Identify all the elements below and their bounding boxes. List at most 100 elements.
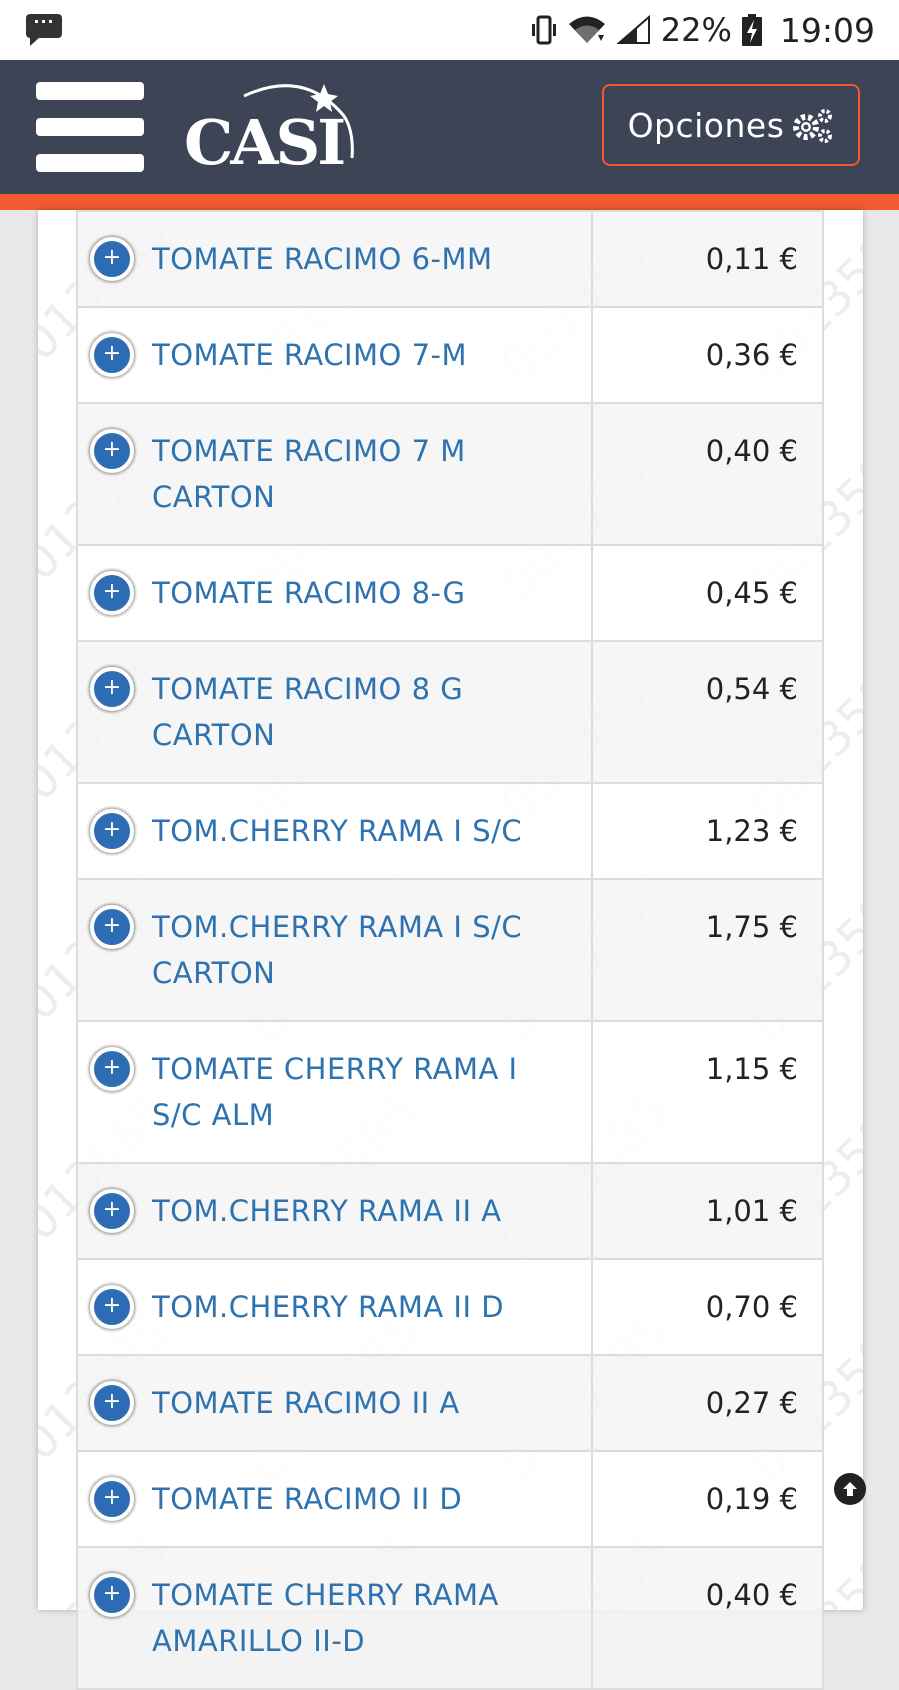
app-header: CASI Opciones xyxy=(0,60,899,194)
table-row[interactable]: + TOM.CHERRY RAMA II A 1,01 € xyxy=(76,1162,825,1260)
status-icons: 22% 19:09 xyxy=(531,10,875,50)
battery-percent: 22% xyxy=(660,11,732,49)
product-name-cell: + TOM.CHERRY RAMA I S/C xyxy=(76,782,593,880)
product-name-link[interactable]: TOM.CHERRY RAMA I S/C xyxy=(152,808,571,854)
logo-text: CASI xyxy=(184,106,344,176)
expand-plus-icon[interactable]: + xyxy=(90,1047,134,1091)
expand-plus-icon[interactable]: + xyxy=(90,571,134,615)
clock: 19:09 xyxy=(779,10,875,50)
expand-plus-icon[interactable]: + xyxy=(90,1573,134,1617)
vibrate-icon xyxy=(531,15,556,45)
table-row[interactable]: + TOMATE CHERRY RAMA AMARILLO II-D 0,40 € xyxy=(76,1546,825,1690)
battery-charging-icon xyxy=(741,14,762,46)
signal-icon xyxy=(616,15,650,44)
table-row[interactable]: + TOM.CHERRY RAMA I S/C 1,23 € xyxy=(76,782,825,880)
expand-plus-icon[interactable]: + xyxy=(90,667,134,711)
expand-plus-icon[interactable]: + xyxy=(90,237,134,281)
options-button[interactable]: Opciones xyxy=(602,84,860,166)
notification-dots: ··· xyxy=(33,12,55,31)
product-price: 0,40 € xyxy=(705,434,798,468)
product-name-cell: + TOM.CHERRY RAMA II A xyxy=(76,1162,593,1260)
product-price-cell: 1,15 € xyxy=(590,1020,825,1164)
product-list-card: 0013585001358500135850013585001358500135… xyxy=(38,210,863,1690)
casi-logo[interactable]: CASI xyxy=(184,76,364,176)
product-table: + TOMATE RACIMO 6-MM 0,11 € + TOMATE RACIMO … xyxy=(76,210,825,1690)
wifi-icon xyxy=(568,16,605,43)
table-row[interactable]: + TOMATE RACIMO 8-G 0,45 € xyxy=(76,544,825,642)
product-name-cell: + TOMATE CHERRY RAMA I S/C ALM xyxy=(76,1020,593,1164)
product-price: 0,36 € xyxy=(705,338,798,372)
product-price-cell: 0,36 € xyxy=(590,306,825,404)
product-price: 0,54 € xyxy=(705,672,798,706)
product-price: 1,15 € xyxy=(705,1052,798,1086)
product-name-cell: + TOMATE RACIMO 8-G xyxy=(76,544,593,642)
expand-plus-icon[interactable]: + xyxy=(90,429,134,473)
product-price-cell: 0,54 € xyxy=(590,640,825,784)
product-name-cell: + TOMATE CHERRY RAMA AMARILLO II-D xyxy=(76,1546,593,1690)
expand-plus-icon[interactable]: + xyxy=(90,1189,134,1233)
product-name-cell: + TOMATE RACIMO 8 G CARTON xyxy=(76,640,593,784)
expand-plus-icon[interactable]: + xyxy=(90,333,134,377)
product-price: 0,11 € xyxy=(705,242,798,276)
table-row[interactable]: + TOMATE RACIMO 7 M CARTON 0,40 € xyxy=(76,402,825,546)
table-row[interactable]: + TOMATE RACIMO 7-M 0,36 € xyxy=(76,306,825,404)
status-bar: ··· 22% 19:09 xyxy=(0,0,899,60)
product-name-link[interactable]: TOM.CHERRY RAMA II D xyxy=(152,1284,571,1330)
product-name-link[interactable]: TOMATE RACIMO II A xyxy=(152,1380,571,1426)
table-row[interactable]: + TOM.CHERRY RAMA II D 0,70 € xyxy=(76,1258,825,1356)
product-price-cell: 0,40 € xyxy=(590,402,825,546)
expand-plus-icon[interactable]: + xyxy=(90,1285,134,1329)
product-name-cell: + TOMATE RACIMO 6-MM xyxy=(76,210,593,308)
product-price-cell: 0,19 € xyxy=(590,1450,825,1548)
product-price-cell: 0,70 € xyxy=(590,1258,825,1356)
product-price-cell: 0,11 € xyxy=(590,210,825,308)
product-name-link[interactable]: TOMATE RACIMO II D xyxy=(152,1476,571,1522)
product-name-cell: + TOMATE RACIMO II A xyxy=(76,1354,593,1452)
product-name-cell: + TOMATE RACIMO 7-M xyxy=(76,306,593,404)
product-price: 0,19 € xyxy=(705,1482,798,1516)
product-name-link[interactable]: TOMATE RACIMO 6-MM xyxy=(152,236,571,282)
product-name-link[interactable]: TOMATE RACIMO 8 G CARTON xyxy=(152,666,571,758)
gears-icon xyxy=(793,109,833,143)
product-name-cell: + TOM.CHERRY RAMA I S/C CARTON xyxy=(76,878,593,1022)
product-price-cell: 0,40 € xyxy=(590,1546,825,1690)
product-name-cell: + TOMATE RACIMO II D xyxy=(76,1450,593,1548)
product-price: 1,23 € xyxy=(705,814,798,848)
product-price: 0,70 € xyxy=(705,1290,798,1324)
table-row[interactable]: + TOMATE RACIMO 8 G CARTON 0,54 € xyxy=(76,640,825,784)
arrow-up-icon xyxy=(843,1482,857,1496)
product-name-cell: + TOMATE RACIMO 7 M CARTON xyxy=(76,402,593,546)
product-name-link[interactable]: TOMATE CHERRY RAMA AMARILLO II-D xyxy=(152,1572,571,1664)
product-name-cell: + TOM.CHERRY RAMA II D xyxy=(76,1258,593,1356)
product-price-cell: 0,27 € xyxy=(590,1354,825,1452)
product-name-link[interactable]: TOMATE RACIMO 8-G xyxy=(152,570,571,616)
product-name-link[interactable]: TOMATE RACIMO 7 M CARTON xyxy=(152,428,571,520)
table-row[interactable]: + TOMATE RACIMO II D 0,19 € xyxy=(76,1450,825,1548)
product-price-cell: 0,45 € xyxy=(590,544,825,642)
table-row[interactable]: + TOMATE CHERRY RAMA I S/C ALM 1,15 € xyxy=(76,1020,825,1164)
product-price-cell: 1,01 € xyxy=(590,1162,825,1260)
product-price-cell: 1,75 € xyxy=(590,878,825,1022)
expand-plus-icon[interactable]: + xyxy=(90,905,134,949)
product-price: 1,75 € xyxy=(705,910,798,944)
options-label: Opciones xyxy=(627,105,785,145)
table-row[interactable]: + TOMATE RACIMO II A 0,27 € xyxy=(76,1354,825,1452)
table-row[interactable]: + TOMATE RACIMO 6-MM 0,11 € xyxy=(76,210,825,308)
expand-plus-icon[interactable]: + xyxy=(90,1381,134,1425)
expand-plus-icon[interactable]: + xyxy=(90,1477,134,1521)
product-price: 1,01 € xyxy=(705,1194,798,1228)
product-name-link[interactable]: TOM.CHERRY RAMA I S/C CARTON xyxy=(152,904,571,996)
product-name-link[interactable]: TOMATE CHERRY RAMA I S/C ALM xyxy=(152,1046,571,1138)
product-name-link[interactable]: TOMATE RACIMO 7-M xyxy=(152,332,571,378)
chat-bubble-icon: ··· xyxy=(26,12,62,46)
table-row[interactable]: + TOM.CHERRY RAMA I S/C CARTON 1,75 € xyxy=(76,878,825,1022)
expand-plus-icon[interactable]: + xyxy=(90,809,134,853)
product-name-link[interactable]: TOM.CHERRY RAMA II A xyxy=(152,1188,571,1234)
product-price: 0,27 € xyxy=(705,1386,798,1420)
product-price: 0,40 € xyxy=(705,1578,798,1612)
menu-icon[interactable] xyxy=(36,82,146,172)
scroll-to-top-button[interactable] xyxy=(834,1473,866,1505)
product-price-cell: 1,23 € xyxy=(590,782,825,880)
header-accent-bar xyxy=(0,194,899,210)
product-price: 0,45 € xyxy=(705,576,798,610)
